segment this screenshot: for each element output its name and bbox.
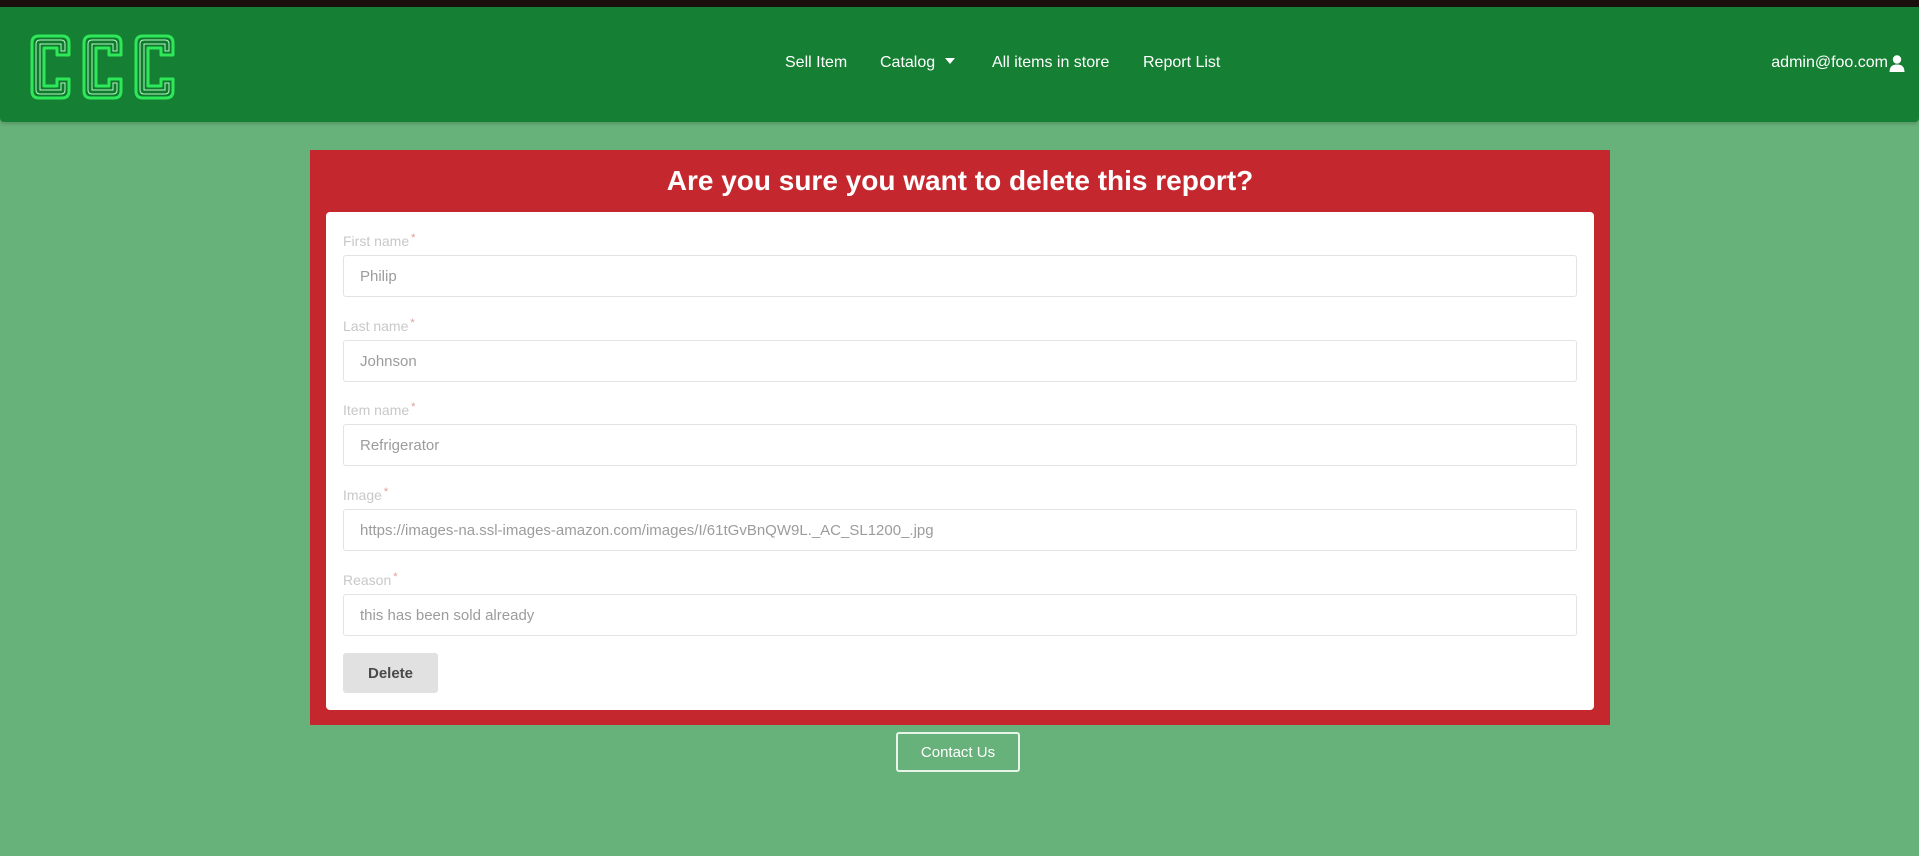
user-menu[interactable]: admin@foo.com xyxy=(1771,53,1905,73)
reason-field[interactable] xyxy=(343,594,1577,636)
caret-down-icon xyxy=(945,58,956,64)
item-name-field[interactable] xyxy=(343,424,1577,466)
delete-report-form: First name* Last name* Item name* Image*… xyxy=(326,212,1594,710)
user-email: admin@foo.com xyxy=(1771,54,1888,71)
item-name-label: Item name * xyxy=(343,401,416,418)
nav-report-list[interactable]: Report List xyxy=(1143,53,1220,73)
delete-button[interactable]: Delete xyxy=(343,653,438,693)
first-name-label: First name * xyxy=(343,232,416,249)
nav-sell-item[interactable]: Sell Item xyxy=(785,53,847,73)
main-nav: Sell Item Catalog All items in store Rep… xyxy=(0,7,1919,122)
nav-all-items[interactable]: All items in store xyxy=(992,53,1109,73)
nav-catalog-label: Catalog xyxy=(880,54,936,71)
reason-label: Reason * xyxy=(343,571,398,588)
image-label: Image * xyxy=(343,486,389,503)
last-name-label: Last name * xyxy=(343,317,415,334)
delete-report-panel: Are you sure you want to delete this rep… xyxy=(310,150,1610,725)
page-title: Are you sure you want to delete this rep… xyxy=(666,165,1254,196)
image-url-field[interactable] xyxy=(343,509,1577,551)
contact-us-button[interactable]: Contact Us xyxy=(896,732,1020,772)
last-name-field[interactable] xyxy=(343,340,1577,382)
top-strip xyxy=(0,0,1919,7)
first-name-field[interactable] xyxy=(343,255,1577,297)
user-icon xyxy=(1889,54,1905,72)
nav-catalog-dropdown[interactable]: Catalog xyxy=(880,53,956,73)
navbar: Sell Item Catalog All items in store Rep… xyxy=(0,7,1919,122)
